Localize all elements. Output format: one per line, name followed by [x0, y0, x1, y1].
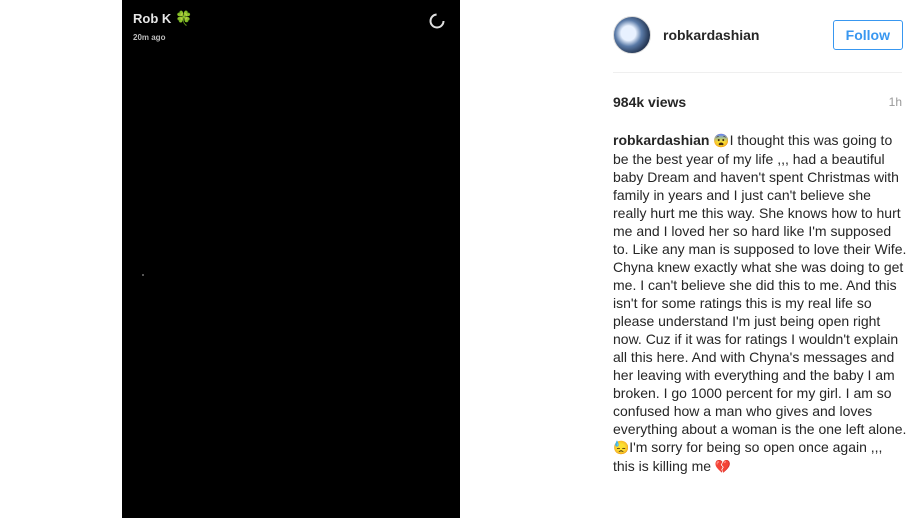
story-timestamp: 20m ago: [133, 33, 166, 42]
post-header: robkardashian Follow: [613, 14, 903, 56]
header-divider: [613, 72, 902, 73]
caption-text-part-1: I thought this was going to be the best …: [613, 132, 907, 437]
broken-heart-emoji-icon: 💔: [714, 459, 732, 474]
header-username[interactable]: robkardashian: [663, 27, 759, 43]
story-author-overlay: Rob K 🍀: [133, 10, 193, 27]
loading-spinner-icon: [429, 13, 445, 29]
avatar[interactable]: [613, 16, 651, 54]
post-caption: robkardashian 😨I thought this was going …: [613, 131, 908, 476]
post-stats: 984k views 1h: [613, 94, 902, 110]
caption-text-part-2: I'm sorry for being so open once again ,…: [613, 439, 883, 474]
clover-icon: 🍀: [175, 10, 193, 26]
post-sidebar: robkardashian Follow 984k views 1h robka…: [593, 0, 913, 518]
story-video[interactable]: Rob K 🍀 20m ago: [122, 0, 460, 518]
fearful-face-emoji-icon: 😨: [713, 133, 730, 148]
media-panel: Rob K 🍀 20m ago: [0, 0, 593, 518]
sad-sweat-emoji-icon: 😓: [613, 440, 630, 455]
video-artifact: [142, 274, 144, 276]
story-author-name: Rob K: [133, 11, 172, 26]
caption-author[interactable]: robkardashian: [613, 132, 709, 148]
follow-button[interactable]: Follow: [832, 20, 903, 50]
post-age[interactable]: 1h: [889, 95, 902, 109]
view-count: 984k views: [613, 94, 687, 110]
